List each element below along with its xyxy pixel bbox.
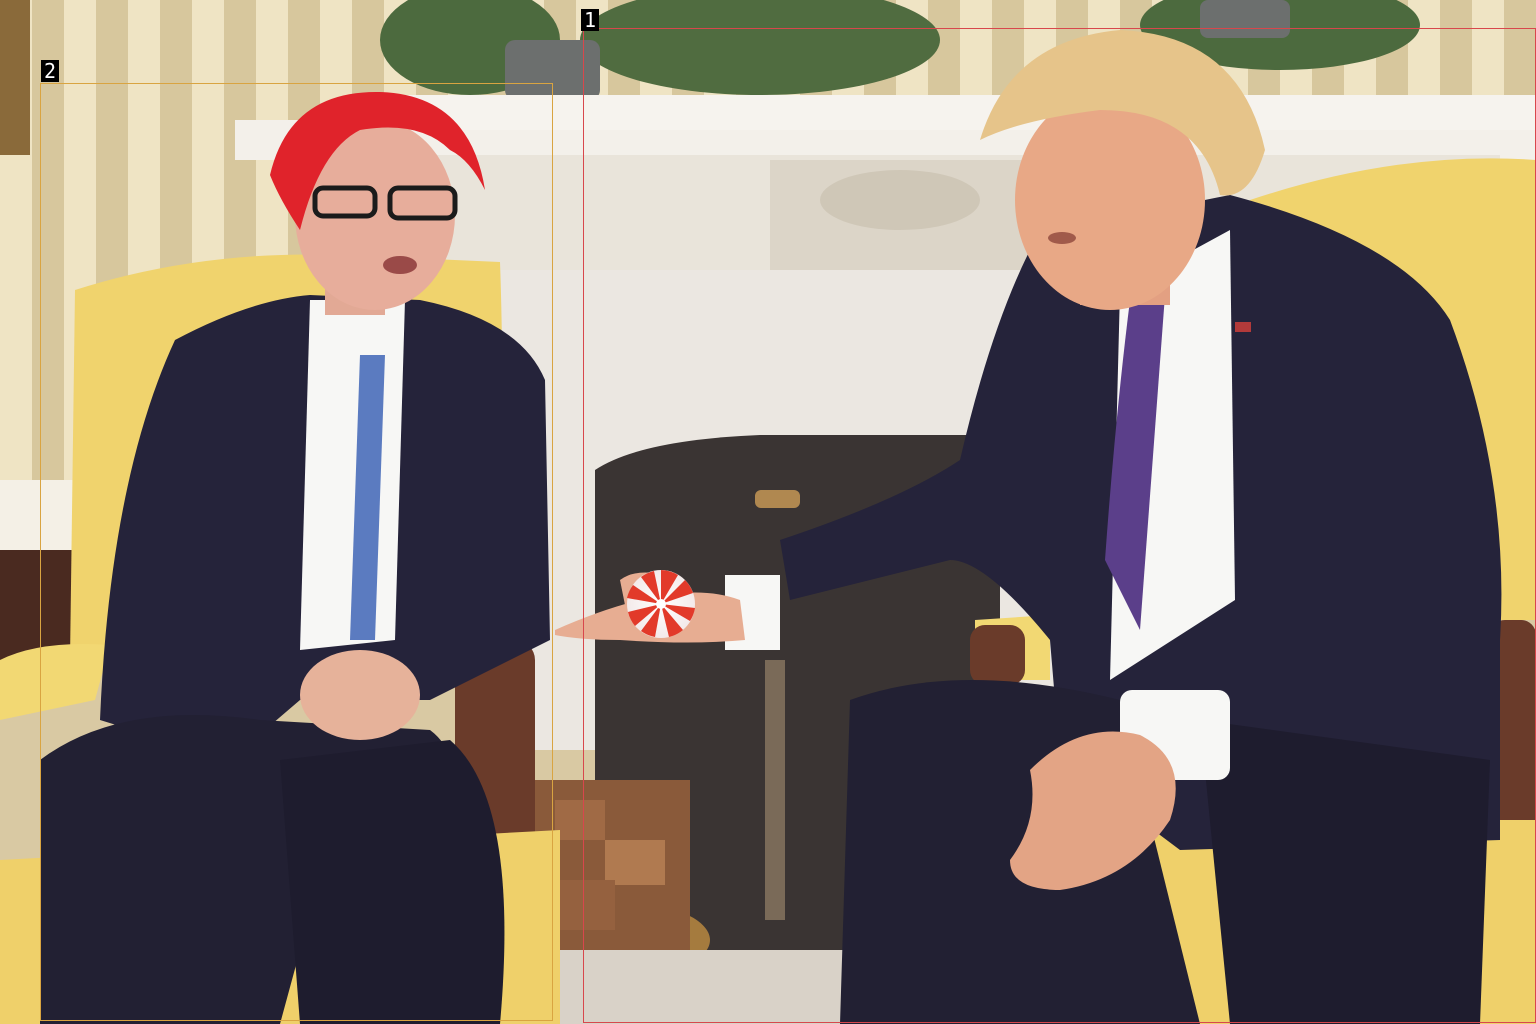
annotation-label-1: 1 xyxy=(581,9,600,31)
picture-frame xyxy=(0,0,30,155)
annotation-label-2: 2 xyxy=(41,60,60,82)
annotation-box-2: 2 xyxy=(40,60,553,1021)
annotation-box-1: 1 xyxy=(581,9,1536,1023)
photo-scene: 1 2 xyxy=(0,0,1536,1024)
